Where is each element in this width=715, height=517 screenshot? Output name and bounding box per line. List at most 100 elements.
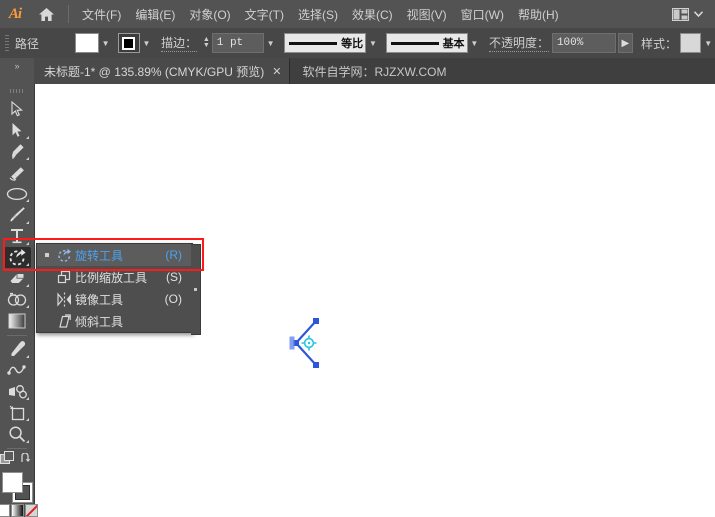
brush-definition-chevron-down-icon[interactable]: ▼: [468, 34, 482, 52]
color-mode-gradient[interactable]: [10, 503, 24, 517]
rotate-tool[interactable]: [3, 246, 31, 268]
tools-panel: [0, 84, 38, 517]
magnifier-icon: [9, 426, 26, 443]
stroke-color-swatch[interactable]: [118, 33, 140, 53]
selection-arrow-icon: [10, 100, 23, 117]
eraser-icon: [10, 274, 24, 284]
rotate-icon: [53, 248, 75, 263]
double-chevron-right-icon[interactable]: »: [0, 58, 34, 84]
illustrator-window: Ai 文件(F) 编辑(E) 对象(O) 文字(T) 选择(S) 效果(C) 视…: [0, 0, 715, 517]
brush-definition-dropdown[interactable]: 基本: [385, 33, 468, 53]
brush-definition-value: 基本: [442, 38, 465, 50]
curvature-tool[interactable]: [3, 162, 31, 183]
menu-window[interactable]: 窗口(W): [454, 2, 511, 27]
eraser-tool[interactable]: [3, 268, 31, 289]
symbol-sprayer-icon: [9, 384, 27, 398]
opacity-input[interactable]: 100%: [551, 33, 616, 53]
control-panel-grip[interactable]: [5, 35, 9, 51]
workspace-switcher[interactable]: [672, 0, 703, 28]
tool-more-corner-icon: [26, 397, 29, 401]
stroke-swatch-chevron-down-icon[interactable]: ▼: [140, 34, 154, 52]
shape-builder-icon: [7, 293, 27, 306]
flyout-scale-tool[interactable]: 比例缩放工具 (S): [37, 266, 192, 288]
ellipse-icon: [6, 187, 28, 200]
gradient-tool[interactable]: [3, 310, 31, 331]
stroke-weight-input[interactable]: 1 pt: [211, 33, 264, 53]
tool-more-corner-icon: [26, 263, 29, 266]
paintbrush-icon: [9, 207, 25, 223]
workspace-switcher-icon: [672, 7, 689, 21]
shape-builder-tool[interactable]: [3, 289, 31, 310]
menu-edit[interactable]: 编辑(E): [128, 2, 182, 27]
stroke-weight-chevron-down-icon[interactable]: ▼: [264, 34, 278, 52]
color-mode-none[interactable]: [24, 503, 38, 517]
tools-panel-grip[interactable]: [10, 89, 24, 94]
graphic-style-swatch[interactable]: [679, 33, 702, 53]
zoom-tool[interactable]: [3, 423, 31, 444]
menubar-divider: [68, 5, 69, 23]
swap-fill-stroke-icon[interactable]: [21, 452, 34, 467]
document-tab[interactable]: 未标题-1* @ 135.89% (CMYK/GPU 预览) ✕: [34, 58, 291, 84]
direct-selection-arrow-icon: [12, 123, 22, 137]
artboard-tool[interactable]: [3, 402, 31, 423]
eyedropper-icon: [11, 340, 25, 356]
color-mode-white[interactable]: [0, 503, 10, 517]
edit-toolbar-icon[interactable]: [0, 451, 15, 468]
blend-tool[interactable]: [3, 360, 31, 381]
flyout-reflect-tool-label: 镜像工具: [75, 292, 124, 307]
menu-help[interactable]: 帮助(H): [511, 2, 566, 27]
curvature-icon: [9, 166, 24, 181]
tool-more-corner-icon: [26, 199, 29, 203]
type-tool[interactable]: [3, 226, 31, 247]
active-tool-bullet-icon: [41, 253, 53, 257]
menu-select[interactable]: 选择(S): [291, 2, 345, 27]
flyout-scale-tool-label: 比例缩放工具: [75, 270, 148, 285]
color-mode-row: [0, 503, 38, 517]
flyout-reflect-tool-shortcut: (O): [164, 292, 182, 306]
flyout-rotate-tool[interactable]: 旋转工具 (R): [37, 244, 201, 335]
menu-object[interactable]: 对象(O): [182, 2, 237, 27]
fill-color-indicator[interactable]: [2, 472, 23, 494]
ellipse-tool[interactable]: [3, 183, 31, 204]
artboard-icon: [9, 405, 24, 420]
menu-effect[interactable]: 效果(C): [345, 2, 400, 27]
direct-selection-tool[interactable]: [3, 119, 31, 140]
flyout-reflect-tool[interactable]: 镜像工具 (O): [37, 288, 192, 310]
tool-more-corner-icon: [26, 241, 29, 245]
tool-more-corner-icon: [26, 220, 29, 224]
tools-divider: [7, 447, 27, 449]
menu-view[interactable]: 视图(V): [400, 2, 454, 27]
tearoff-handle-icon[interactable]: [191, 244, 201, 335]
stroke-weight-stepper[interactable]: ▲ ▼: [201, 34, 212, 52]
gradient-icon: [8, 313, 26, 329]
tool-more-corner-icon: [26, 354, 29, 358]
pen-tool[interactable]: [3, 141, 31, 162]
selection-tool[interactable]: [3, 98, 31, 119]
selected-path[interactable]: [286, 316, 330, 370]
menu-bar: Ai 文件(F) 编辑(E) 对象(O) 文字(T) 选择(S) 效果(C) 视…: [0, 0, 715, 28]
paintbrush-tool[interactable]: [3, 204, 31, 225]
selection-type-label: 路径: [14, 36, 39, 51]
tool-more-corner-icon: [26, 156, 29, 160]
home-icon[interactable]: [30, 0, 62, 28]
variable-width-profile-dropdown[interactable]: 等比: [284, 33, 367, 53]
flyout-shear-tool[interactable]: 倾斜工具: [37, 310, 192, 332]
menu-items: 文件(F) 编辑(E) 对象(O) 文字(T) 选择(S) 效果(C) 视图(V…: [75, 2, 566, 27]
fill-color-swatch[interactable]: [75, 33, 99, 53]
style-chevron-down-icon[interactable]: ▼: [701, 34, 715, 52]
menu-type[interactable]: 文字(T): [238, 2, 291, 27]
width-profile-chevron-down-icon[interactable]: ▼: [366, 34, 380, 52]
menu-file[interactable]: 文件(F): [75, 2, 128, 27]
close-icon[interactable]: ✕: [272, 65, 281, 78]
tool-more-corner-icon: [26, 135, 29, 139]
fill-stroke-indicator[interactable]: [2, 472, 33, 504]
document-tab-title: 未标题-1* @ 135.89% (CMYK/GPU 预览): [44, 64, 265, 79]
opacity-popup-arrow-icon[interactable]: ▶: [617, 33, 634, 53]
tool-more-corner-icon: [26, 284, 29, 288]
rotation-origin-icon: [301, 335, 317, 351]
fill-swatch-chevron-down-icon[interactable]: ▼: [99, 34, 113, 52]
variable-width-profile-value: 等比: [341, 38, 364, 50]
symbol-sprayer-tool[interactable]: [3, 381, 31, 402]
eyedropper-tool[interactable]: [3, 339, 31, 360]
illustrator-logo-icon: Ai: [8, 5, 22, 22]
